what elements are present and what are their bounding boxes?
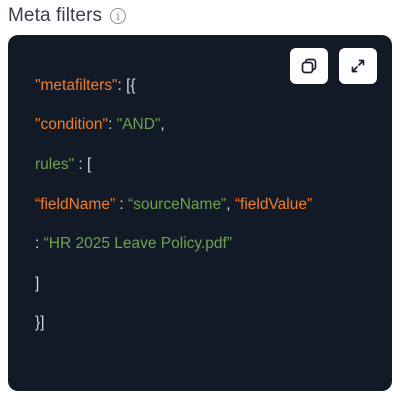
code-punctuation: : <box>35 235 44 253</box>
code-line-7: }] <box>35 313 312 333</box>
code-line-1: "metafilters": [{ <box>35 76 312 96</box>
code-key: “fieldValue” <box>234 195 313 213</box>
section-title: Meta filters <box>8 5 103 26</box>
code-key: "metafilters" <box>35 76 118 94</box>
code-content: "metafilters": [{ "condition": "AND", ru… <box>35 56 312 373</box>
code-line-3: rules" : [ <box>35 155 312 175</box>
code-punctuation: : [{ <box>117 76 136 94</box>
code-value: “HR 2025 Leave Policy.pdf” <box>43 235 233 253</box>
code-punctuation: : <box>115 195 129 213</box>
code-block: "metafilters": [{ "condition": "AND", ru… <box>8 35 392 391</box>
expand-button[interactable] <box>339 48 377 84</box>
code-punctuation: , <box>160 116 165 134</box>
copy-icon <box>300 57 318 75</box>
code-line-5: : “HR 2025 Leave Policy.pdf” <box>35 234 312 254</box>
code-value: "AND" <box>116 116 161 134</box>
code-punctuation: , <box>226 195 235 213</box>
code-line-6: ] <box>35 274 312 294</box>
code-key: “fieldName” <box>35 195 116 213</box>
code-key: rules" <box>35 155 75 173</box>
info-icon[interactable]: i <box>110 8 127 24</box>
code-key: "condition" <box>35 116 109 134</box>
code-value: “sourceName” <box>128 195 227 213</box>
expand-icon <box>349 57 367 75</box>
code-punctuation: }] <box>35 314 45 332</box>
code-punctuation: : <box>108 116 117 134</box>
code-line-4: “fieldName” : “sourceName”, “fieldValue” <box>35 195 312 215</box>
meta-filters-header: Meta filters i <box>8 5 127 27</box>
code-line-2: "condition": "AND", <box>35 115 312 135</box>
code-punctuation: ] <box>35 274 40 292</box>
code-punctuation: : [ <box>74 155 92 173</box>
copy-button[interactable] <box>290 48 328 84</box>
